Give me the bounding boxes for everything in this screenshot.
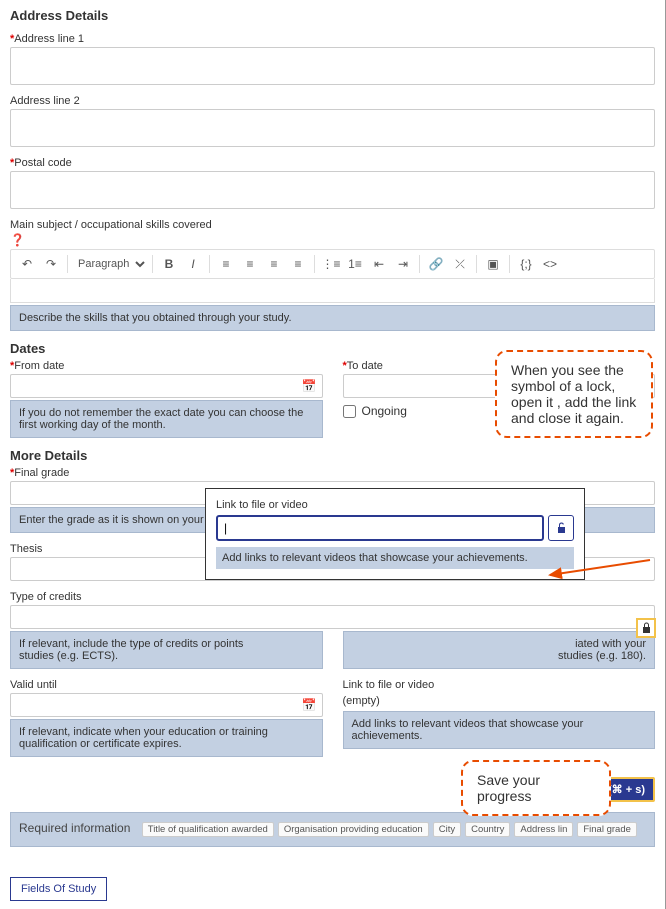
required-tag: Country — [465, 822, 510, 837]
valid-until-label: Valid until — [10, 679, 323, 691]
undo-icon[interactable]: ↶ — [15, 252, 39, 276]
outdent-icon[interactable]: ⇤ — [367, 252, 391, 276]
required-title: Required information — [19, 821, 130, 835]
required-tag: City — [433, 822, 461, 837]
unlink-icon[interactable]: ⤫ — [448, 252, 472, 276]
help-icon[interactable]: ❓ — [10, 233, 25, 247]
final-grade-label: *Final grade — [10, 467, 655, 479]
popup-hint: Add links to relevant videos that showca… — [216, 547, 574, 569]
align-left-icon[interactable]: ≡ — [214, 252, 238, 276]
link-hint: Add links to relevant videos that showca… — [343, 711, 656, 749]
link-file-label: Link to file or video — [343, 679, 656, 691]
ongoing-checkbox[interactable] — [343, 405, 356, 418]
skills-hint: Describe the skills that you obtained th… — [10, 305, 655, 331]
bullet-list-icon[interactable]: ⋮≡ — [319, 252, 343, 276]
main-subject-label: Main subject / occupational skills cover… — [10, 219, 655, 231]
required-info-bar: Required information Title of qualificat… — [10, 812, 655, 847]
block-format-select[interactable]: Paragraph — [72, 255, 148, 273]
required-tags: Title of qualification awarded Organisati… — [140, 821, 639, 835]
from-date-hint: If you do not remember the exact date yo… — [10, 400, 323, 438]
link-icon[interactable]: 🔗 — [424, 252, 448, 276]
image-icon[interactable]: ▣ — [481, 252, 505, 276]
calendar-icon[interactable]: 📅 — [302, 379, 317, 393]
credits-right-hint: iated with your studies (e.g. 180). — [343, 631, 656, 669]
callout-save: Save your progress — [461, 760, 611, 816]
popup-link-input[interactable] — [216, 515, 544, 541]
required-tag: Final grade — [577, 822, 637, 837]
align-center-icon[interactable]: ≡ — [238, 252, 262, 276]
from-date-input[interactable] — [10, 374, 323, 398]
type-credits-hint: If relevant, include the type of credits… — [10, 631, 323, 669]
redo-icon[interactable]: ↷ — [39, 252, 63, 276]
popup-label: Link to file or video — [216, 499, 574, 511]
callout-lock: When you see the symbol of a lock, open … — [495, 350, 653, 438]
address-details-heading: Address Details — [10, 8, 655, 23]
arrow-icon — [540, 555, 660, 630]
link-empty-value: (empty) — [343, 695, 656, 707]
required-tag: Title of qualification awarded — [142, 822, 274, 837]
required-tag: Organisation providing education — [278, 822, 429, 837]
valid-until-hint: If relevant, indicate when your educatio… — [10, 719, 323, 757]
address-line-1-label: *Address line 1 — [10, 33, 655, 45]
address-line-2-input[interactable] — [10, 109, 655, 147]
align-justify-icon[interactable]: ≡ — [286, 252, 310, 276]
address-line-1-input[interactable] — [10, 47, 655, 85]
number-list-icon[interactable]: 1≡ — [343, 252, 367, 276]
bold-icon[interactable]: B — [157, 252, 181, 276]
more-details-heading: More Details — [10, 448, 655, 463]
align-right-icon[interactable]: ≡ — [262, 252, 286, 276]
ongoing-label: Ongoing — [362, 404, 407, 418]
code-icon[interactable]: {;} — [514, 252, 538, 276]
from-date-label: *From date — [10, 360, 323, 372]
link-popup: Link to file or video Add links to relev… — [205, 488, 585, 580]
rte-toolbar: ↶ ↷ Paragraph B I ≡ ≡ ≡ ≡ ⋮≡ 1≡ ⇤ ⇥ 🔗 ⤫ … — [10, 249, 655, 279]
unlock-icon[interactable] — [548, 515, 574, 541]
rte-editor[interactable] — [10, 279, 655, 303]
source-icon[interactable]: <> — [538, 252, 562, 276]
valid-until-input[interactable] — [10, 693, 323, 717]
address-line-2-label: Address line 2 — [10, 95, 655, 107]
postal-code-label: *Postal code — [10, 157, 655, 169]
postal-code-input[interactable] — [10, 171, 655, 209]
calendar-icon[interactable]: 📅 — [302, 698, 317, 712]
italic-icon[interactable]: I — [181, 252, 205, 276]
indent-icon[interactable]: ⇥ — [391, 252, 415, 276]
required-tag: Address lin — [514, 822, 573, 837]
fields-of-study-button[interactable]: Fields Of Study — [10, 877, 107, 901]
